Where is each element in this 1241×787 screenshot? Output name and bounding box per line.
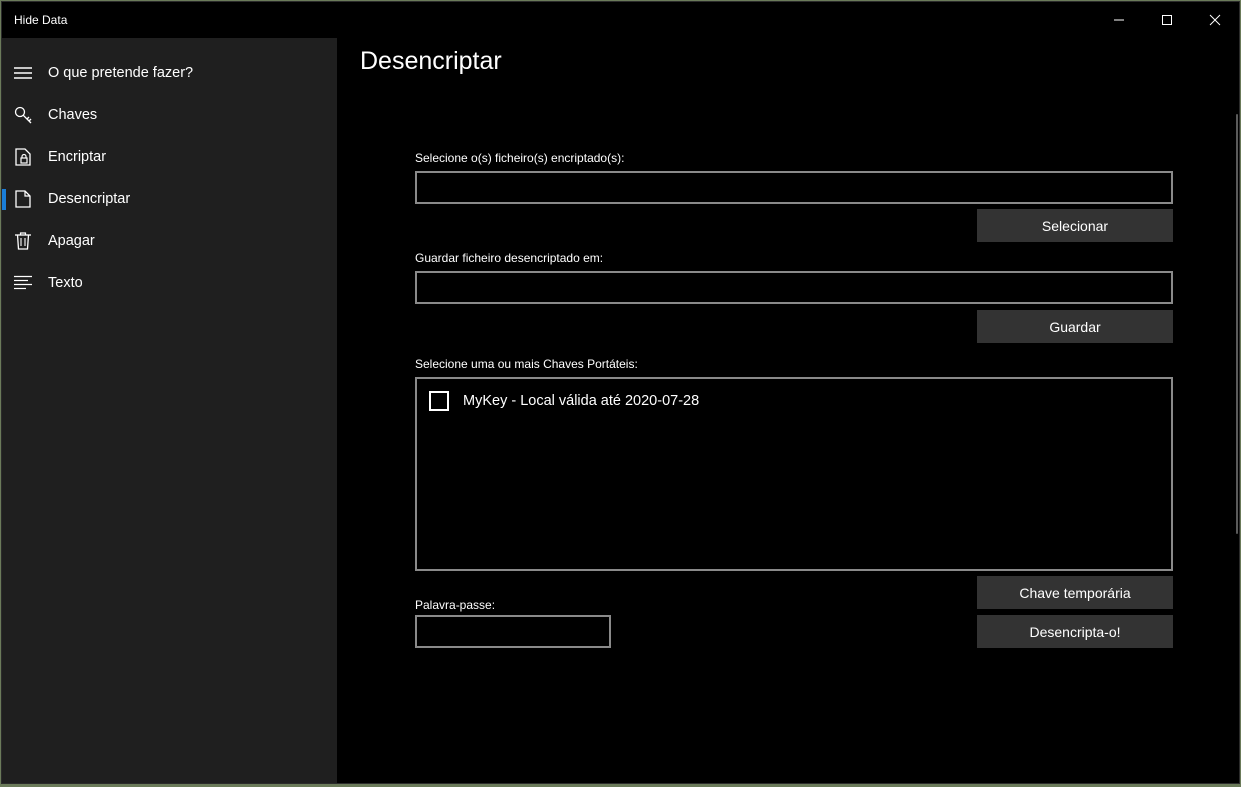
key-icon bbox=[2, 106, 47, 124]
navigation-pane: O que pretende fazer? Chaves Encriptar D… bbox=[2, 38, 337, 783]
sidebar-item-texto[interactable]: Texto bbox=[2, 262, 337, 304]
save-button[interactable]: Guardar bbox=[977, 310, 1173, 343]
app-title: Hide Data bbox=[14, 13, 68, 27]
hamburger-icon bbox=[2, 66, 47, 80]
maximize-button[interactable] bbox=[1144, 2, 1190, 38]
app-window: Hide Data O que pretende fazer? Chaves E… bbox=[1, 1, 1240, 784]
sidebar-item-label: Desencriptar bbox=[48, 191, 131, 207]
portable-keys-label: Selecione uma ou mais Chaves Portáteis: bbox=[415, 357, 638, 371]
sidebar-item-label: Encriptar bbox=[48, 149, 107, 165]
temporary-key-button[interactable]: Chave temporária bbox=[977, 576, 1173, 609]
sidebar-item-label: O que pretende fazer? bbox=[48, 65, 194, 81]
close-button[interactable] bbox=[1192, 2, 1238, 38]
minimize-button[interactable] bbox=[1096, 2, 1142, 38]
title-bar: Hide Data bbox=[2, 2, 1239, 38]
password-label: Palavra-passe: bbox=[415, 598, 496, 612]
sidebar-item-menu[interactable]: O que pretende fazer? bbox=[2, 52, 337, 94]
selection-indicator bbox=[2, 189, 6, 210]
save-location-input[interactable] bbox=[415, 271, 1173, 304]
portable-keys-list[interactable]: MyKey - Local válida até 2020-07-28 bbox=[415, 377, 1173, 571]
sidebar-item-label: Chaves bbox=[48, 107, 98, 123]
key-item-label: MyKey - Local válida até 2020-07-28 bbox=[463, 393, 700, 409]
maximize-icon bbox=[1162, 15, 1172, 25]
lock-document-icon bbox=[2, 148, 47, 166]
decrypt-button[interactable]: Desencripta-o! bbox=[977, 615, 1173, 648]
text-lines-icon bbox=[2, 275, 47, 291]
sidebar-item-desencriptar[interactable]: Desencriptar bbox=[2, 178, 337, 220]
password-field[interactable] bbox=[415, 615, 611, 648]
minimize-icon bbox=[1114, 19, 1124, 21]
sidebar-item-apagar[interactable]: Apagar bbox=[2, 220, 337, 262]
save-to-label: Guardar ficheiro desencriptado em: bbox=[415, 251, 604, 265]
document-icon bbox=[2, 190, 47, 208]
encrypted-files-input[interactable] bbox=[415, 171, 1173, 204]
scrollbar[interactable] bbox=[1236, 114, 1238, 534]
sidebar-item-label: Apagar bbox=[48, 233, 95, 249]
key-checkbox[interactable] bbox=[429, 391, 449, 411]
close-icon bbox=[1209, 14, 1221, 26]
trash-icon bbox=[2, 232, 47, 250]
sidebar-item-chaves[interactable]: Chaves bbox=[2, 94, 337, 136]
select-files-label: Selecione o(s) ficheiro(s) encriptado(s)… bbox=[415, 151, 625, 165]
list-item[interactable]: MyKey - Local válida até 2020-07-28 bbox=[429, 389, 699, 413]
sidebar-item-encriptar[interactable]: Encriptar bbox=[2, 136, 337, 178]
page-title: Desencriptar bbox=[360, 47, 502, 75]
sidebar-item-label: Texto bbox=[48, 275, 83, 291]
select-button[interactable]: Selecionar bbox=[977, 209, 1173, 242]
content-area: Desencriptar Selecione o(s) ficheiro(s) … bbox=[337, 38, 1239, 783]
